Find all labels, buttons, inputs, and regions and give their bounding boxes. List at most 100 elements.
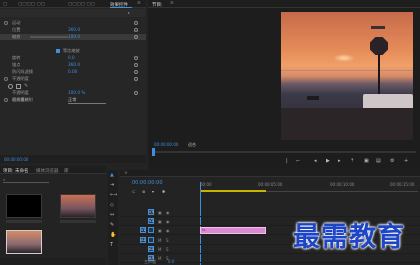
program-monitor-panel: 节目: ≡ 00:00:00:00 适合 | ⌐ ◂ ▶ ▸ ⇡ ▣ ▤ ⚙ + [148,0,420,170]
add-marker-icon[interactable]: ▾ [152,189,154,194]
tab-audio[interactable]: ▢▢▢▢ ▢▢ [68,2,95,7]
reset-icon[interactable] [134,76,138,81]
tab-underline [110,7,132,8]
mute-icon[interactable]: M [158,247,161,252]
uniform-scale-checkbox[interactable] [56,49,60,53]
uniform-scale-label: 等比缩放 [63,48,80,53]
eye-icon[interactable]: ◉ [166,228,170,233]
search-icon: ⌕ [3,177,6,182]
solo-icon[interactable]: S [166,238,169,243]
ripple-edit-icon[interactable]: ⟷ [110,192,117,198]
tab-libraries[interactable]: 库 [64,168,69,174]
track-target-v1[interactable]: V1 [140,227,146,233]
fx-icon [4,77,8,81]
eye-icon[interactable]: ◉ [166,210,170,215]
track-target-a1[interactable]: A1 [140,237,146,243]
tab-program[interactable]: 节目: [152,2,163,8]
razor-tool-icon[interactable]: ◇ [110,202,114,208]
add-button-icon[interactable]: + [404,158,408,164]
keyframe-icon[interactable] [134,34,138,39]
sequence-tab[interactable]: × [124,171,128,176]
selection-tool-icon[interactable]: ▲ [110,172,114,178]
program-timecode[interactable]: 00:00:00:00 [154,142,178,147]
mark-in-icon[interactable]: | [286,158,288,164]
track-source-v1[interactable] [148,227,154,233]
track-select-icon[interactable]: ⇥ [110,182,114,188]
lock-icon[interactable]: ▣ [158,210,162,215]
reset-icon[interactable] [134,20,138,25]
settings-icon[interactable]: ⚙ [390,158,394,164]
video-clip[interactable]: fx [200,226,266,234]
wrench-icon[interactable]: ✱ [162,189,165,194]
stop-sign [370,37,388,55]
track-target-v2[interactable]: V2 [148,218,154,224]
project-search-field[interactable] [3,178,49,183]
lift-icon[interactable]: ⇡ [350,158,354,164]
program-scrubber[interactable] [152,151,416,153]
effect-controls-panel: ▢ ▢▢▢▢ ▢▢ ▢▢▢▢ ▢▢ 效果控件 ≡ ▸ 运动 位置 360.0 缩放… [0,0,146,163]
expand-arrow-icon[interactable]: ▸ [128,10,130,15]
tab-lumetri[interactable]: ▢▢▢▢ ▢▢ [18,2,45,7]
row-uniform-scale: 等比缩放 [0,48,146,54]
export-frame-icon[interactable]: ▣ [364,158,369,164]
row-opacity: 不透明度 100.0 % [0,90,146,96]
work-area-bar[interactable] [200,190,266,192]
clip-fx-badge: fx [202,228,206,232]
timeline-timecode[interactable]: 00:00:00:00 [132,180,163,186]
row-anti-flicker: 防闪烁滤镜 0.00 [0,69,146,75]
street-sign [371,26,385,29]
playhead-marker[interactable] [152,148,155,156]
pen-tool-icon[interactable]: ✎ [110,222,114,228]
type-tool-icon[interactable]: T [110,242,113,248]
snap-icon[interactable]: ⊂ [132,189,135,194]
fit-dropdown[interactable]: 适合 [188,142,196,148]
fx-icon [4,98,8,102]
effect-controls-tabbar: ▢ ▢▢▢▢ ▢▢ ▢▢▢▢ ▢▢ 效果控件 ≡ [0,0,146,8]
tab-source[interactable]: ▢ [3,2,7,7]
ellipse-mask-icon[interactable] [8,83,13,89]
solo-icon[interactable]: S [166,247,169,252]
keyframe-icon[interactable] [134,69,138,74]
ruler-tick-2: 00:00:10:00 [330,182,355,187]
slip-tool-icon[interactable]: ↔ [110,212,114,218]
row-motion: 运动 [0,20,146,26]
mute-icon[interactable]: M [158,238,161,243]
lock-icon[interactable]: ▣ [158,219,162,224]
time-ruler[interactable]: 00:00 00:00:05:00 00:00:10:00 00:00:15:0… [200,182,418,192]
row-rotation: 旋转 0.0 [0,55,146,61]
lock-icon[interactable]: ▣ [158,228,162,233]
track-target-a2[interactable]: A2 [148,246,154,252]
tab-project[interactable]: 项目: 未命名 [3,168,28,174]
eye-icon[interactable]: ◉ [166,219,170,224]
thumb-black-clip[interactable] [6,194,42,218]
play-icon[interactable]: ▶ [326,158,330,164]
step-back-icon[interactable]: ◂ [314,158,317,164]
rect-mask-icon[interactable] [16,83,21,89]
scale-slider[interactable] [30,36,68,38]
thumb-sequence[interactable] [6,230,42,254]
thumb-label-2 [60,220,96,223]
keyframe-icon[interactable] [134,27,138,32]
pen-mask-icon[interactable]: ✎ [24,83,28,89]
step-forward-icon[interactable]: ▸ [338,158,341,164]
tab-media-browser[interactable]: 媒体浏览器 [36,168,59,174]
hand-tool-icon[interactable]: ✋ [110,232,116,238]
thumb-sunset-clip[interactable] [60,194,96,218]
track-target-v3[interactable]: V3 [148,209,154,215]
keyframe-icon[interactable] [134,90,138,95]
ruler-tick-1: 00:00:05:00 [258,182,283,187]
comparison-icon[interactable]: ▤ [376,158,381,164]
panel-menu-icon[interactable]: ≡ [137,1,141,6]
master-value[interactable]: 0.0 [168,259,174,264]
keyframe-icon[interactable] [134,55,138,60]
fx-icon [4,21,8,25]
mark-out-icon[interactable]: ⌐ [296,158,300,164]
bench [307,96,319,100]
program-video-frame[interactable] [281,12,413,140]
effect-controls-timecode[interactable]: 00:00:00:00 [4,157,28,162]
ruler-tick-3: 00:00:15:00 [390,182,415,187]
linked-select-icon[interactable]: ⊗ [142,189,145,194]
panel-menu-icon[interactable]: ≡ [170,1,174,6]
track-source-a1[interactable] [148,237,154,243]
keyframe-icon[interactable] [134,62,138,67]
